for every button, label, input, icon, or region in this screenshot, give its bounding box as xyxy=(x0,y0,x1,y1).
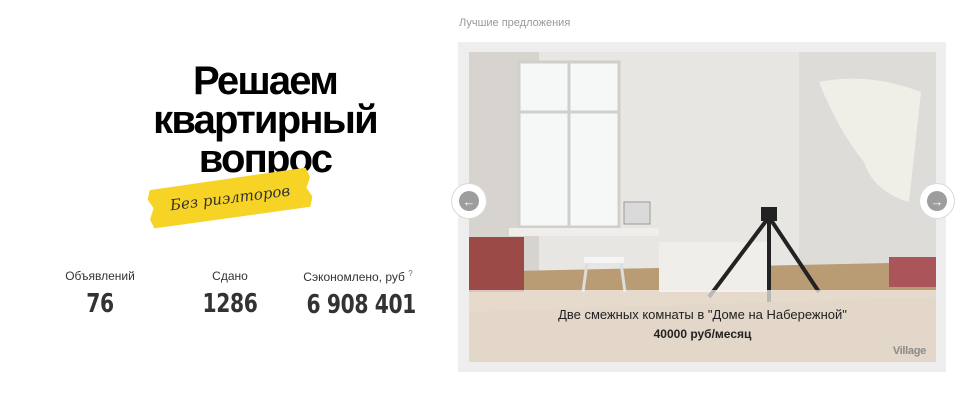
stat-value: 1286 xyxy=(202,289,258,319)
slider-prev-button[interactable]: ← xyxy=(452,184,486,218)
best-offers-label: Лучшие предложения xyxy=(459,17,571,29)
help-icon[interactable]: ? xyxy=(408,269,412,278)
stat-saved: Сэкономлено, руб ? 6 908 401 xyxy=(292,269,424,320)
stat-label: Объявлений xyxy=(65,269,135,283)
offer-photo[interactable]: Две смежных комнаты в "Доме на Набережно… xyxy=(469,52,936,362)
stat-label: Сэкономлено, руб ? xyxy=(292,269,424,284)
offer-price: 40000 руб/месяц xyxy=(653,327,752,341)
arrow-right-icon: → xyxy=(927,191,947,211)
stat-value: 76 xyxy=(86,289,114,319)
stat-label: Сдано xyxy=(212,269,248,283)
stat-listings: Объявлений 76 xyxy=(60,269,140,319)
offers-slider: Две смежных комнаты в "Доме на Набережно… xyxy=(458,42,946,372)
hero-title: Решаем квартирный вопрос xyxy=(100,59,430,181)
stat-label-text: Сэкономлено, руб xyxy=(303,270,405,284)
arrow-left-icon: ← xyxy=(459,191,479,211)
tape-label: Без риэлторов xyxy=(169,181,291,215)
offer-title[interactable]: Две смежных комнаты в "Доме на Набережно… xyxy=(469,307,936,322)
stat-rented: Сдано 1286 xyxy=(190,269,270,319)
hero-title-line: квартирный xyxy=(153,98,379,142)
slider-next-button[interactable]: → xyxy=(920,184,954,218)
hero-title-line: вопрос xyxy=(198,137,333,181)
hero-title-line: Решаем xyxy=(192,59,339,103)
watermark-logo: Village xyxy=(892,345,926,357)
offer-caption[interactable]: Две смежных комнаты в "Доме на Набережно… xyxy=(469,290,936,362)
stat-value: 6 908 401 xyxy=(306,290,417,320)
